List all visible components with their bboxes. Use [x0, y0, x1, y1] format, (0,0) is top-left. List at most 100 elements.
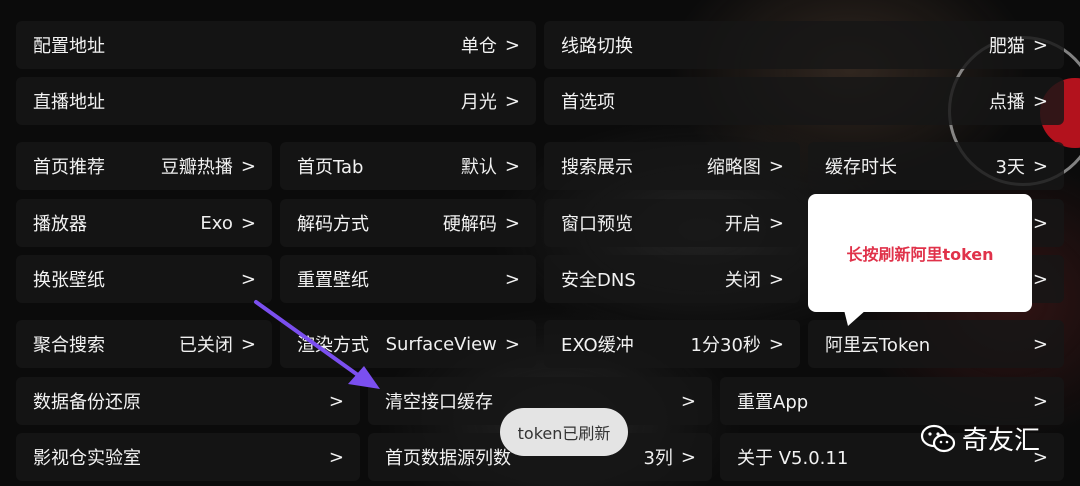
setting-item[interactable]: 阿里云Token >: [808, 320, 1064, 368]
chevron-right-icon: >: [504, 268, 520, 290]
chevron-right-icon: >: [240, 155, 256, 177]
toast-text: token已刷新: [517, 424, 611, 443]
setting-label: 播放器: [33, 214, 87, 235]
chevron-right-icon: >: [680, 390, 696, 412]
chevron-right-icon: >: [504, 212, 520, 234]
setting-value-group: 硬解码 >: [443, 210, 520, 236]
setting-label: 清空接口缓存: [385, 392, 493, 413]
tooltip-text: 长按刷新阿里token: [846, 245, 994, 264]
setting-value-group: 肥猫 >: [989, 32, 1048, 58]
setting-value: 已关闭: [178, 335, 233, 356]
setting-label: 重置壁纸: [297, 270, 369, 291]
chevron-right-icon: >: [504, 333, 520, 355]
setting-item[interactable]: 重置App >: [720, 377, 1064, 425]
setting-label: 首页数据源列数: [385, 448, 511, 469]
setting-value: 硬解码: [442, 214, 497, 235]
setting-item[interactable]: 解码方式 硬解码 >: [280, 199, 536, 247]
setting-value-group: 点播 >: [989, 88, 1048, 114]
setting-value: 3天: [995, 157, 1025, 178]
setting-value: 点播: [988, 92, 1025, 113]
tooltip-tail: [844, 310, 866, 326]
chevron-right-icon: >: [240, 212, 256, 234]
chevron-right-icon: >: [1032, 34, 1048, 56]
setting-label: 阿里云Token: [825, 335, 931, 356]
setting-label: 配置地址: [33, 36, 105, 57]
setting-value-group: 默认 >: [461, 153, 520, 179]
setting-label: EXO缓冲: [561, 335, 634, 356]
chevron-right-icon: >: [504, 155, 520, 177]
settings-row: 直播地址 月光 > 首选项 点播 >: [16, 77, 1064, 125]
setting-value: 肥猫: [988, 36, 1025, 57]
setting-item[interactable]: 搜索展示 缩略图 >: [544, 142, 800, 190]
setting-value-group: SurfaceView >: [386, 334, 520, 355]
chevron-right-icon: >: [768, 155, 784, 177]
setting-label: 换张壁纸: [33, 270, 105, 291]
setting-value: 月光: [460, 92, 497, 113]
setting-item[interactable]: 窗口预览 开启 >: [544, 199, 800, 247]
setting-item[interactable]: 聚合搜索 已关闭 >: [16, 320, 272, 368]
setting-item[interactable]: 直播地址 月光 >: [16, 77, 536, 125]
setting-label: 重置App: [737, 392, 809, 413]
setting-value-group: 3列 >: [643, 444, 696, 470]
watermark-text: 奇友汇: [962, 426, 1041, 456]
settings-row: 首页推荐 豆瓣热播 > 首页Tab 默认 > 搜索展示 缩略图 > 缓存时长 3天 >: [16, 142, 1064, 190]
watermark: 奇友汇: [920, 420, 1040, 457]
setting-value: SurfaceView: [385, 333, 497, 355]
chevron-right-icon: >: [1032, 390, 1048, 412]
setting-value-group: Exo >: [200, 213, 256, 234]
setting-item[interactable]: EXO缓冲 1分30秒 >: [544, 320, 800, 368]
setting-label: 搜索展示: [561, 157, 633, 178]
wechat-icon: [920, 424, 956, 452]
setting-value: 3列: [643, 448, 673, 469]
chevron-right-icon: >: [768, 268, 784, 290]
setting-item[interactable]: 线路切换 肥猫 >: [544, 21, 1064, 69]
setting-value-group: 单仓 >: [461, 32, 520, 58]
settings-row: 配置地址 单仓 > 线路切换 肥猫 >: [16, 21, 1064, 69]
setting-value-group: 豆瓣热播 >: [161, 153, 256, 179]
setting-item[interactable]: 首选项 点播 >: [544, 77, 1064, 125]
annotation-arrow-icon: [254, 300, 380, 389]
setting-value: 默认: [460, 157, 497, 178]
chevron-right-icon: >: [1032, 333, 1048, 355]
chevron-right-icon: >: [1032, 155, 1048, 177]
setting-item[interactable]: 影视仓实验室 >: [16, 433, 360, 481]
setting-label: 聚合搜索: [33, 335, 105, 356]
setting-label: 首页Tab: [297, 157, 364, 178]
chevron-right-icon: >: [680, 446, 696, 468]
chevron-right-icon: >: [1032, 212, 1048, 234]
setting-item[interactable]: 首页Tab 默认 >: [280, 142, 536, 190]
setting-value: 单仓: [460, 36, 497, 57]
setting-value-group: >: [1025, 391, 1048, 412]
setting-item[interactable]: 配置地址 单仓 >: [16, 21, 536, 69]
setting-value-group: 缩略图 >: [707, 153, 784, 179]
setting-item[interactable]: 缓存时长 3天 >: [808, 142, 1064, 190]
setting-value-group: >: [673, 391, 696, 412]
setting-value-group: 开启 >: [725, 210, 784, 236]
setting-label: 直播地址: [33, 92, 105, 113]
setting-value-group: 月光 >: [461, 88, 520, 114]
setting-item[interactable]: 首页推荐 豆瓣热播 >: [16, 142, 272, 190]
chevron-right-icon: >: [504, 90, 520, 112]
setting-label: 首页推荐: [33, 157, 105, 178]
setting-value-group: 3天 >: [995, 153, 1048, 179]
chevron-right-icon: >: [504, 34, 520, 56]
setting-value-group: 关闭 >: [725, 266, 784, 292]
toast: token已刷新: [500, 408, 628, 456]
setting-value-group: 1分30秒 >: [691, 331, 784, 357]
tooltip-bubble: 长按刷新阿里token: [808, 194, 1032, 312]
setting-label: 窗口预览: [561, 214, 633, 235]
setting-value: 开启: [724, 214, 761, 235]
setting-value-group: >: [233, 269, 256, 290]
setting-label: 安全DNS: [561, 270, 636, 291]
setting-label: 解码方式: [297, 214, 369, 235]
setting-label: 线路切换: [561, 36, 633, 57]
setting-label: 数据备份还原: [33, 392, 141, 413]
setting-item[interactable]: 换张壁纸 >: [16, 255, 272, 303]
chevron-right-icon: >: [768, 333, 784, 355]
setting-item[interactable]: 安全DNS 关闭 >: [544, 255, 800, 303]
chevron-right-icon: >: [1032, 268, 1048, 290]
setting-value-group: >: [1025, 334, 1048, 355]
setting-value-group: >: [497, 269, 520, 290]
setting-item[interactable]: 播放器 Exo >: [16, 199, 272, 247]
setting-value-group: 已关闭 >: [179, 331, 256, 357]
